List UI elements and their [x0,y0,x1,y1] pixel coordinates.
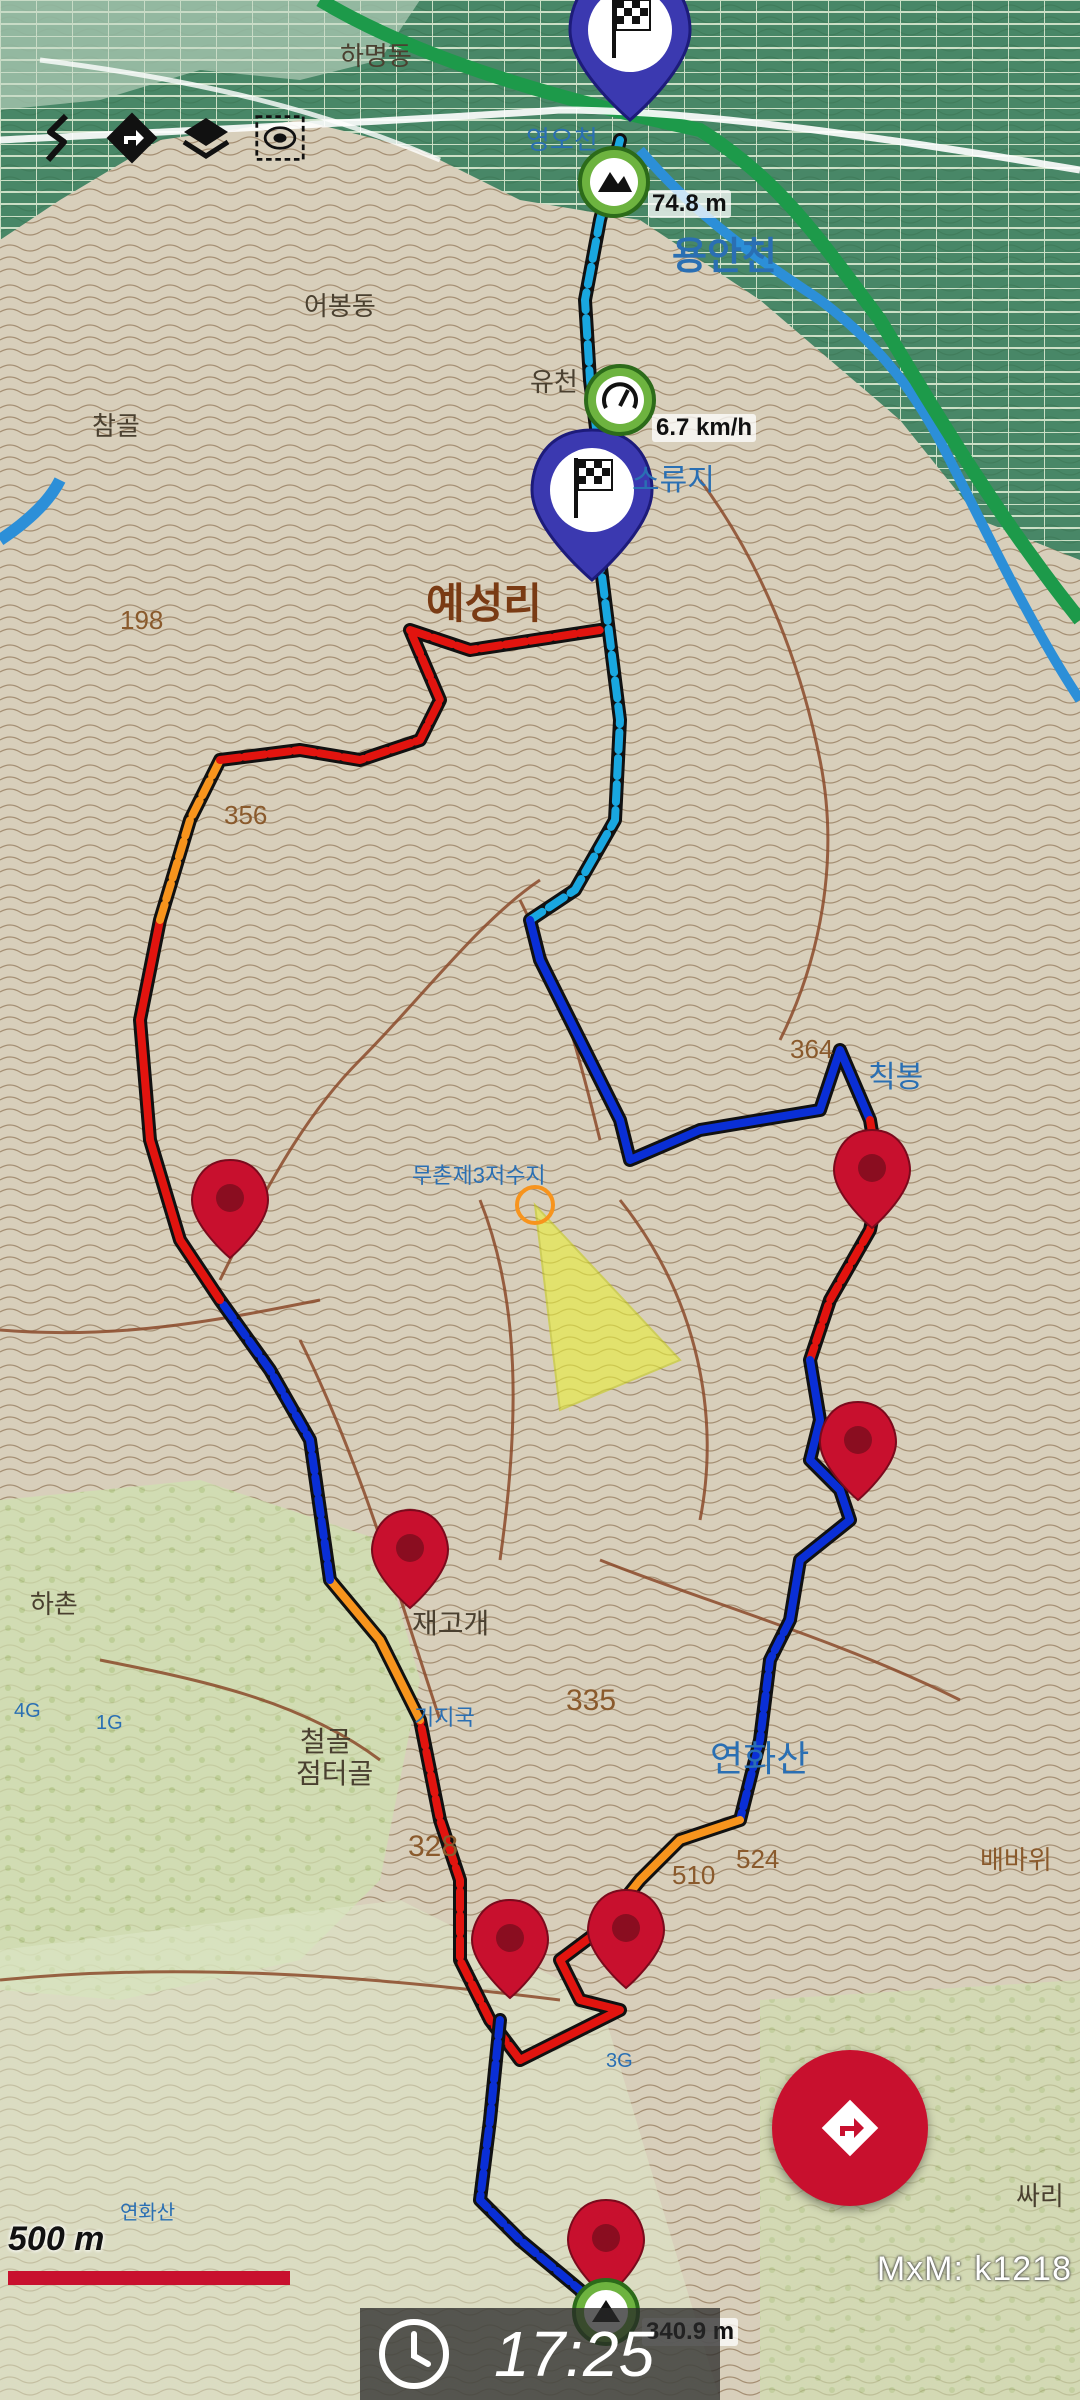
place-label: 싸리 [1016,2181,1064,2211]
route-toggle-button[interactable] [32,112,84,164]
layers-button[interactable] [180,112,232,164]
directions-button[interactable] [772,2050,928,2206]
navigate-icon [106,112,158,164]
place-label: 하촌 [30,1589,78,1619]
elevation-icon [578,146,650,218]
place-label: 무촌제3저수지 [412,1163,546,1188]
scale-label: 500 m [8,2220,105,2258]
route-toggle-icon [45,113,69,162]
place-label: 연화산 [710,1738,810,1779]
place-label: 예성리 [426,580,542,627]
map-canvas[interactable] [0,0,1080,2400]
place-label: 3G [606,2050,633,2072]
clock-bar: 17:25 [360,2308,720,2400]
brand-label: MxM: k1218 [876,2250,1072,2288]
place-label: 328 [408,1830,459,1863]
place-label: 335 [566,1684,617,1717]
place-label: 198 [120,605,164,635]
scale-line [8,2271,290,2285]
place-label: 364 [790,1034,834,1064]
record-button[interactable] [254,112,306,164]
place-label: 하명동 [340,41,412,71]
place-label: 참골 [92,411,140,441]
map-toolbar [32,112,306,164]
place-label: 어봉동 [304,291,376,321]
place-label: 재고개 [412,1608,490,1639]
place-label: 용안천 [672,236,777,278]
place-label: 1G [96,1712,123,1734]
place-label: 524 [736,1844,780,1874]
clock-icon [379,2319,449,2389]
place-label: 칙봉 [868,1061,924,1094]
place-label: 기지국 [414,1705,475,1730]
speed-readout: 6.7 km/h [652,414,757,442]
place-label: 소류지 [632,464,715,497]
layers-icon [182,118,230,159]
place-label: 356 [224,800,268,830]
elevation-readout: 74.8 m [648,190,731,218]
directions-icon [821,2099,879,2157]
place-label: 영오천 [526,125,598,155]
place-label: 점터골 [296,1758,374,1789]
place-label: 510 [672,1860,716,1890]
speed-icon [584,364,656,436]
clock-time: 17:25 [494,2318,655,2390]
place-label: 유천 [530,367,578,397]
place-label: 4G [14,1700,41,1722]
scale-bar: 500 m [8,2220,308,2285]
navigate-button[interactable] [106,112,158,164]
record-icon [255,115,305,161]
place-label: 배바위 [980,1845,1052,1875]
